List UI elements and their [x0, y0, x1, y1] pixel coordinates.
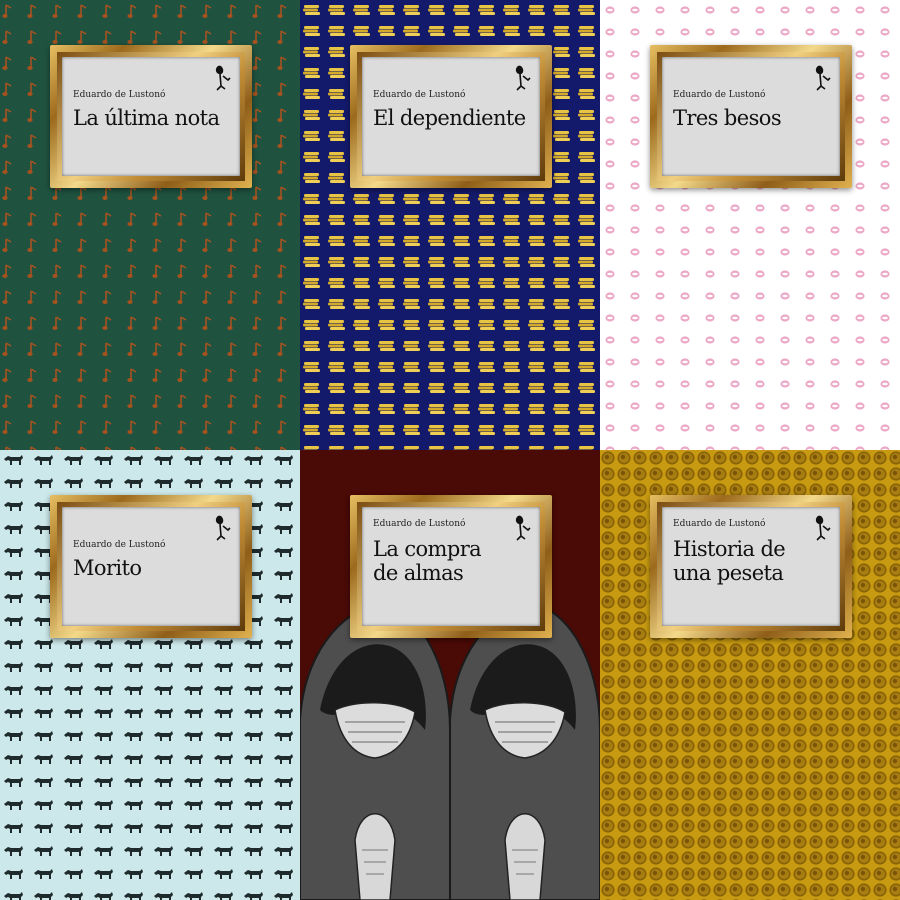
- author-name: Eduardo de Lustonó: [73, 90, 166, 100]
- author-name: Eduardo de Lustonó: [73, 540, 166, 550]
- publisher-logo-icon: [815, 65, 831, 91]
- book-title: Tres besos: [673, 106, 782, 130]
- book-title: Morito: [73, 556, 142, 580]
- gilded-picture-frame: Eduardo de Lustonó Historia de una peset…: [650, 495, 852, 638]
- publisher-logo-icon: [515, 65, 531, 91]
- book-cover-grid: Eduardo de Lustonó La última nota Eduard…: [0, 0, 900, 900]
- author-name: Eduardo de Lustonó: [673, 519, 766, 529]
- title-panel: Eduardo de Lustonó Tres besos: [662, 57, 840, 176]
- author-name: Eduardo de Lustonó: [373, 90, 466, 100]
- book-cover-la-compra-de-almas[interactable]: Eduardo de Lustonó La compra de almas: [300, 450, 600, 900]
- title-panel: Eduardo de Lustonó La compra de almas: [362, 507, 540, 626]
- title-panel: Eduardo de Lustonó La última nota: [62, 57, 240, 176]
- book-title: La compra de almas: [373, 537, 482, 585]
- gilded-picture-frame: Eduardo de Lustonó La compra de almas: [350, 495, 552, 638]
- book-title: El dependiente: [373, 106, 526, 130]
- book-title: La última nota: [73, 106, 220, 130]
- author-name: Eduardo de Lustonó: [373, 519, 466, 529]
- book-cover-la-ultima-nota[interactable]: Eduardo de Lustonó La última nota: [0, 0, 300, 450]
- gilded-picture-frame: Eduardo de Lustonó Morito: [50, 495, 252, 638]
- book-cover-morito[interactable]: Eduardo de Lustonó Morito: [0, 450, 300, 900]
- book-cover-historia-de-una-peseta[interactable]: Eduardo de Lustonó Historia de una peset…: [600, 450, 900, 900]
- publisher-logo-icon: [815, 515, 831, 541]
- gilded-picture-frame: Eduardo de Lustonó La última nota: [50, 45, 252, 188]
- book-cover-el-dependiente[interactable]: Eduardo de Lustonó El dependiente: [300, 0, 600, 450]
- title-panel: Eduardo de Lustonó Morito: [62, 507, 240, 626]
- publisher-logo-icon: [215, 65, 231, 91]
- hooded-figure-icon: [300, 603, 600, 900]
- title-panel: Eduardo de Lustonó Historia de una peset…: [662, 507, 840, 626]
- publisher-logo-icon: [215, 515, 231, 541]
- gilded-picture-frame: Eduardo de Lustonó El dependiente: [350, 45, 552, 188]
- book-cover-tres-besos[interactable]: Eduardo de Lustonó Tres besos: [600, 0, 900, 450]
- gilded-picture-frame: Eduardo de Lustonó Tres besos: [650, 45, 852, 188]
- book-title: Historia de una peseta: [673, 537, 786, 585]
- author-name: Eduardo de Lustonó: [673, 90, 766, 100]
- publisher-logo-icon: [515, 515, 531, 541]
- title-panel: Eduardo de Lustonó El dependiente: [362, 57, 540, 176]
